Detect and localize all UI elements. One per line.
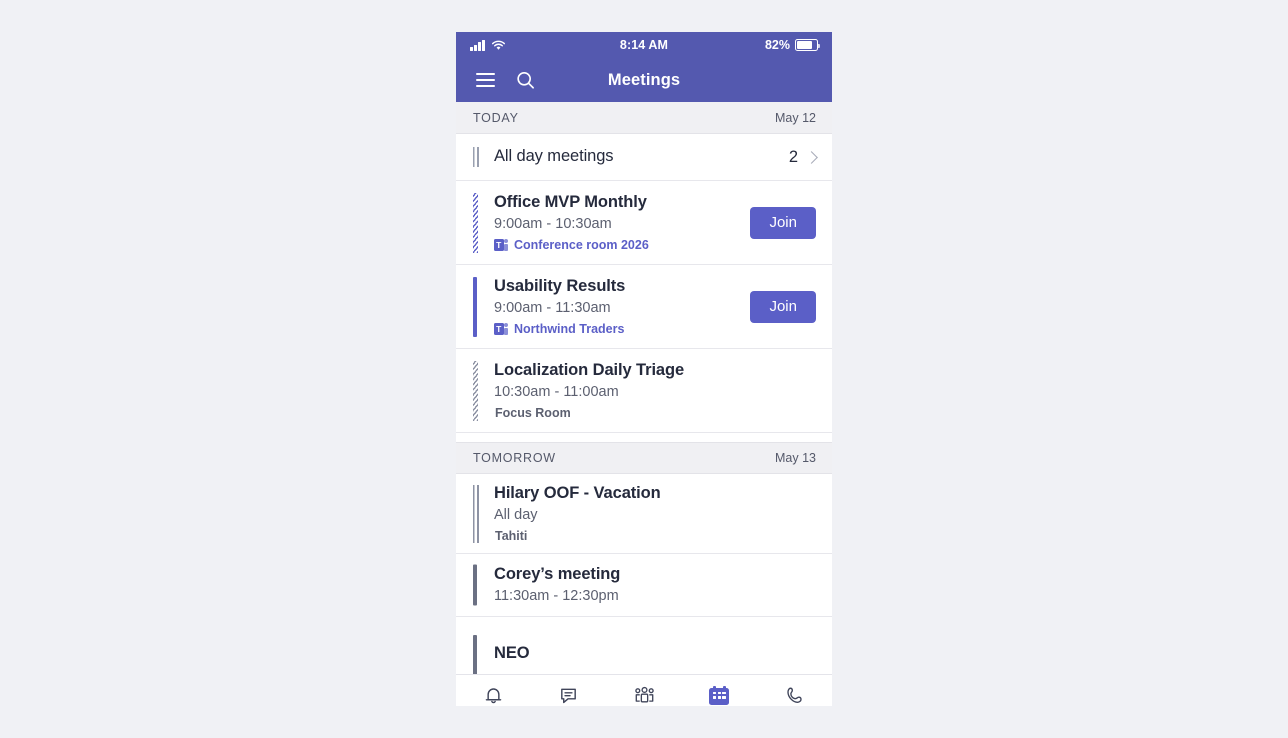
meeting-time: 10:30am - 11:00am [494, 384, 619, 401]
all-day-meetings-count: 2 [788, 147, 798, 166]
meeting-location-label: Tahiti [495, 528, 528, 543]
meeting-actions: Join [750, 290, 816, 323]
phone-icon [784, 684, 805, 706]
teams-icon: T [494, 238, 508, 252]
meeting-location: Focus Room [494, 406, 816, 421]
status-indicator-tentative [473, 181, 482, 264]
meeting-title: Usability Results [494, 277, 626, 296]
meeting-location: T Northwind Traders [494, 322, 738, 337]
meeting-location: Tahiti [494, 529, 816, 544]
meeting-title: NEO [494, 643, 530, 662]
status-indicator-busy [473, 617, 482, 674]
meeting-actions: Join [750, 206, 816, 239]
meeting-row[interactable]: NEO [456, 617, 832, 674]
search-icon[interactable] [510, 65, 540, 95]
meeting-row[interactable]: Office MVP Monthly 9:00am - 10:30am T Co… [456, 181, 832, 265]
bell-icon [483, 684, 504, 706]
section-header-tomorrow: TOMORROW May 13 [456, 442, 832, 474]
meeting-details: Corey’s meeting 11:30am - 12:30pm [494, 564, 816, 606]
calendar-icon [709, 684, 730, 706]
meeting-location: T Conference room 2026 [494, 238, 738, 253]
tab-calls[interactable]: Calls [757, 684, 832, 706]
meeting-details: Localization Daily Triage 10:30am - 11:0… [494, 360, 816, 421]
meeting-time: 9:00am - 10:30am [494, 216, 612, 233]
section-date: May 12 [775, 110, 816, 125]
meeting-row[interactable]: Localization Daily Triage 10:30am - 11:0… [456, 349, 832, 433]
section-label: TODAY [473, 110, 519, 125]
people-icon [633, 684, 656, 706]
meeting-row[interactable]: Corey’s meeting 11:30am - 12:30pm [456, 554, 832, 617]
meetings-list[interactable]: TODAY May 12 All day meetings 2 Office M… [456, 102, 832, 674]
join-button[interactable]: Join [750, 206, 816, 239]
bottom-tab-bar: Activity Chat [456, 674, 832, 706]
battery-icon [795, 39, 821, 51]
meeting-details: NEO [494, 629, 816, 664]
teams-icon: T [494, 322, 508, 336]
join-button[interactable]: Join [750, 290, 816, 323]
tab-activity[interactable]: Activity [456, 684, 531, 706]
phone-screen: 8:14 AM 82% Meetings TODAY May 12 All da… [456, 32, 832, 706]
section-date: May 13 [775, 451, 816, 465]
all-day-meetings-title: All day meetings [494, 147, 614, 166]
meeting-row[interactable]: Usability Results 9:00am - 11:30am T Nor… [456, 265, 832, 349]
chevron-right-icon[interactable] [805, 150, 818, 164]
hamburger-menu-icon[interactable] [470, 65, 500, 95]
meeting-title: Localization Daily Triage [494, 361, 685, 380]
meeting-title: Hilary OOF - Vacation [494, 484, 661, 503]
section-label: TOMORROW [473, 451, 556, 465]
all-day-meetings-right: 2 [788, 147, 818, 167]
meeting-title: Corey’s meeting [494, 565, 621, 584]
meeting-title: Office MVP Monthly [494, 193, 647, 212]
meeting-details: Usability Results 9:00am - 11:30am T Nor… [494, 276, 738, 337]
tab-chat[interactable]: Chat [531, 684, 606, 706]
meeting-details: Office MVP Monthly 9:00am - 10:30am T Co… [494, 192, 738, 253]
meeting-time: 9:00am - 11:30am [494, 300, 611, 317]
status-indicator-busy [473, 265, 482, 348]
app-bar: Meetings [456, 58, 832, 102]
meeting-location-label: Focus Room [495, 405, 571, 420]
meeting-time: All day [494, 507, 538, 524]
meeting-location-label: Northwind Traders [514, 321, 625, 336]
section-header-today: TODAY May 12 [456, 102, 832, 134]
meeting-location-label: Conference room 2026 [514, 237, 649, 252]
status-indicator-double-line [473, 474, 482, 553]
meeting-details: Hilary OOF - Vacation All day Tahiti [494, 483, 816, 544]
tab-teams[interactable]: Teams [606, 684, 681, 706]
status-bar: 8:14 AM 82% [456, 32, 832, 58]
meeting-row[interactable]: Hilary OOF - Vacation All day Tahiti [456, 474, 832, 554]
tab-meetings[interactable]: Meetings [682, 684, 757, 706]
all-day-meetings-main: All day meetings [494, 146, 777, 167]
status-indicator-tentative [473, 349, 482, 432]
status-indicator-double-line [473, 134, 482, 180]
all-day-meetings-row[interactable]: All day meetings 2 [456, 134, 832, 181]
chat-bubble-icon [558, 684, 579, 706]
meeting-time: 11:30am - 12:30pm [494, 588, 619, 605]
status-indicator-busy [473, 554, 482, 616]
status-bar-clock: 8:14 AM [619, 38, 669, 52]
